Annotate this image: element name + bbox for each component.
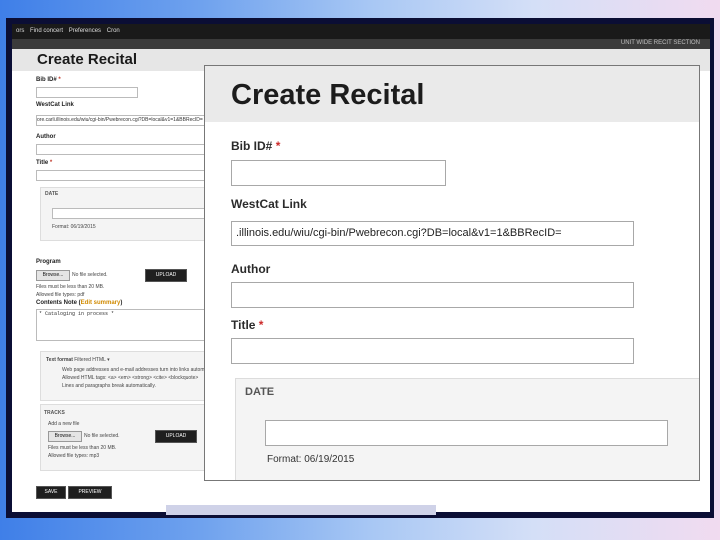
chevron-down-icon: ▾ (107, 357, 110, 363)
zoom-date-format: Format: 06/19/2015 (267, 454, 355, 465)
zoom-bib-label-text: Bib ID# (231, 139, 273, 153)
bg-program-label: Program (36, 259, 61, 265)
zoom-title-input[interactable] (231, 338, 634, 364)
bg-author-input[interactable] (36, 144, 208, 155)
bg-tracks-no-file: No file selected. (84, 433, 120, 439)
zoom-westcat-label: WestCat Link (231, 197, 307, 211)
bg-text-format-label: Text format (46, 357, 73, 363)
nav-item-cron[interactable]: Cron (107, 28, 120, 34)
bg-westcat-input[interactable]: ore.carli.illinois.edu/wiu/cgi-bin/Pwebr… (36, 115, 208, 126)
subbar-right-text: UNIT WIDE RECIT SECTION (620, 40, 700, 46)
bg-contents-edit-summary-link[interactable]: Edit summary (81, 300, 121, 306)
bg-title-input[interactable] (36, 170, 208, 181)
bg-author-label: Author (36, 134, 56, 140)
zoom-title-required-mark: * (258, 318, 264, 332)
zoom-title-label-text: Title (231, 318, 256, 332)
bg-date-legend: DATE (45, 191, 59, 197)
bg-contents-textarea[interactable]: * Cataloging in process * (36, 309, 210, 341)
bg-text-format-select[interactable]: Filtered HTML (74, 357, 106, 363)
bg-preview-button[interactable]: PREVIEW (68, 486, 112, 499)
bg-date-format: Format: 06/19/2015 (52, 224, 96, 230)
zoom-author-input[interactable] (231, 282, 634, 308)
bg-format-tip: Web page addresses and e-mail addresses … (62, 367, 221, 373)
zoom-date-legend: DATE (245, 386, 275, 398)
bg-tracks-legend: TRACKS (44, 410, 65, 416)
bg-date-input[interactable] (52, 208, 212, 219)
zoom-bib-input[interactable] (231, 160, 446, 186)
zoom-bib-required-mark: * (275, 139, 281, 153)
bg-title-required: * (49, 160, 53, 166)
bg-tracks-types-note: Allowed file types: mp3 (48, 453, 100, 459)
zoom-panel: Create Recital Bib ID# * WestCat Link .i… (204, 65, 700, 481)
bg-program-no-file: No file selected. (72, 272, 108, 278)
bg-tracks-browse-button[interactable]: Browse... (48, 431, 82, 442)
bg-title-label: Title * (36, 160, 52, 166)
nav-item-partial[interactable]: ors (16, 28, 24, 34)
bg-program-types-note: Allowed file types: pdf (36, 292, 85, 298)
bg-title-label-text: Title (36, 160, 49, 166)
nav-item-preferences[interactable]: Preferences (69, 28, 101, 34)
zoom-bib-label: Bib ID# * (231, 139, 280, 153)
bg-bib-input[interactable] (36, 87, 138, 98)
bg-program-size-note: Files must be less than 20 MB. (36, 284, 105, 290)
admin-top-nav: ors Find concert Preferences Cron (12, 24, 710, 39)
bg-tracks-size-note: Files must be less than 20 MB. (48, 445, 117, 451)
bg-westcat-label: WestCat Link (36, 102, 74, 108)
bg-program-upload-button[interactable]: UPLOAD (145, 269, 187, 282)
zoom-author-label: Author (231, 262, 271, 276)
bg-page-title: Create Recital (37, 51, 138, 68)
nav-item-find-concert[interactable]: Find concert (30, 28, 63, 34)
bg-bib-label: Bib ID# * (36, 77, 61, 83)
admin-subbar: UNIT WIDE RECIT SECTION (12, 39, 710, 49)
bg-bib-label-text: Bib ID# (36, 77, 57, 83)
bg-contents-label: Contents Note (Edit summary) (36, 300, 123, 306)
bg-format-tip: Lines and paragraphs break automatically… (62, 383, 156, 389)
bg-program-browse-button[interactable]: Browse... (36, 270, 70, 281)
bg-tracks-upload-button[interactable]: UPLOAD (155, 430, 197, 443)
bg-save-button[interactable]: SAVE (36, 486, 66, 499)
zoom-date-input[interactable] (265, 420, 668, 446)
bg-bib-required: * (58, 77, 61, 83)
bg-contents-label-text: Contents Note (36, 300, 77, 306)
bg-text-format-row: Text format Filtered HTML ▾ (46, 357, 110, 363)
zoom-title-label: Title * (231, 318, 263, 332)
bottom-strip-decor (166, 505, 436, 515)
zoom-page-title: Create Recital (231, 79, 425, 111)
zoom-westcat-input[interactable]: .illinois.edu/wiu/cgi-bin/Pwebrecon.cgi?… (231, 221, 634, 246)
bg-format-tip: Allowed HTML tags: <a> <em> <strong> <ci… (62, 375, 199, 381)
bg-add-file-label: Add a new file (48, 421, 80, 427)
